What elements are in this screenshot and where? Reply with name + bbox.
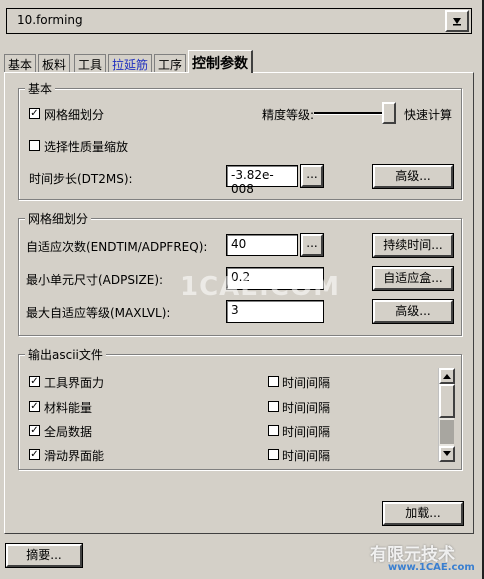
ascii-row-checkbox[interactable]: ✓ (29, 449, 40, 460)
scroll-up-button[interactable] (439, 368, 455, 384)
ascii-row-label: 全局数据 (44, 425, 93, 439)
timestep-input[interactable]: -3.82e-008 (226, 165, 298, 196)
ascii-row-label: 滑动界面能 (44, 449, 105, 463)
arrow-down-icon (443, 451, 451, 456)
ascii-row-label: 材料能量 (44, 401, 93, 415)
max-level-input[interactable]: 3 (226, 300, 324, 323)
scroll-track-fill (440, 420, 454, 444)
precision-slider-thumb[interactable] (382, 102, 396, 124)
tab-drawbead-label: 拉延筋 (112, 58, 149, 72)
min-size-label: 最小单元尺寸(ADPSIZE): (26, 273, 164, 287)
ascii-interval-checkbox[interactable] (268, 376, 279, 387)
adapt-count-dots-button[interactable]: ... (300, 233, 324, 257)
adapt-box-button[interactable]: 自适应盒... (372, 266, 454, 291)
arrow-down-icon (453, 18, 461, 26)
forming-stage-combo[interactable]: 10.forming (6, 8, 472, 34)
basic-group-title: 基本 (25, 80, 56, 97)
timestep-dots-button[interactable]: ... (300, 164, 324, 188)
selective-mass-label: 选择性质量缩放 (44, 140, 129, 154)
ascii-interval-checkbox[interactable] (268, 425, 279, 436)
combo-value: 10.forming (17, 13, 83, 27)
ascii-interval-label: 时间间隔 (282, 401, 331, 415)
ascii-row-checkbox[interactable]: ✓ (29, 376, 40, 387)
duration-button[interactable]: 持续时间... (372, 233, 454, 258)
tab-blank[interactable]: 板料 (38, 54, 71, 73)
ascii-row-label: 工具界面力 (44, 376, 105, 390)
tab-control-params-label: 控制参数 (192, 56, 248, 72)
tab-basic[interactable]: 基本 (4, 54, 37, 73)
ascii-interval-checkbox[interactable] (268, 449, 279, 460)
ascii-interval-label: 时间间隔 (282, 425, 331, 439)
combo-dropdown-button[interactable] (445, 10, 469, 32)
tab-process-label: 工序 (158, 58, 183, 72)
load-button[interactable]: 加载... (382, 501, 464, 526)
tab-blank-label: 板料 (42, 58, 67, 72)
tab-tools[interactable]: 工具 (74, 54, 107, 73)
ascii-row-checkbox[interactable]: ✓ (29, 425, 40, 436)
ascii-interval-label: 时间间隔 (282, 449, 331, 463)
max-level-label: 最大自适应等级(MAXLVL): (26, 306, 171, 320)
tab-basic-label: 基本 (8, 58, 33, 72)
ascii-interval-checkbox[interactable] (268, 401, 279, 412)
ascii-row-checkbox[interactable]: ✓ (29, 401, 40, 412)
center-watermark: 1CAE.COM (180, 272, 340, 302)
precision-label: 精度等级: (262, 108, 315, 122)
scroll-down-button[interactable] (439, 446, 455, 462)
fast-calc-label: 快速计算 (404, 108, 453, 122)
mesh-refine-checkbox[interactable]: ✓ (29, 108, 40, 119)
selective-mass-checkbox[interactable] (29, 140, 40, 151)
summary-button[interactable]: 摘要... (5, 543, 83, 568)
timestep-label: 时间步长(DT2MS): (29, 172, 133, 186)
arrow-up-icon (443, 374, 451, 379)
ascii-interval-label: 时间间隔 (282, 376, 331, 390)
adapt-count-label: 自适应次数(ENDTIM/ADPFREQ): (26, 240, 208, 254)
corner-watermark-url: www.1CAE.com (388, 562, 475, 573)
mesh-refine-label: 网格细划分 (44, 108, 105, 122)
basic-advanced-button[interactable]: 高级... (372, 164, 454, 189)
tab-drawbead[interactable]: 拉延筋 (108, 54, 153, 73)
tab-tools-label: 工具 (78, 58, 103, 72)
mesh-group-title: 网格细划分 (25, 210, 92, 227)
tab-control-params[interactable]: 控制参数 (188, 50, 253, 73)
mesh-advanced-button[interactable]: 高级... (372, 299, 454, 324)
scroll-thumb[interactable] (439, 384, 455, 418)
ascii-group-title: 输出ascii文件 (25, 346, 106, 363)
tab-process[interactable]: 工序 (154, 54, 187, 73)
adapt-count-input[interactable]: 40 (226, 234, 298, 256)
ascii-scrollbar[interactable] (438, 368, 455, 462)
